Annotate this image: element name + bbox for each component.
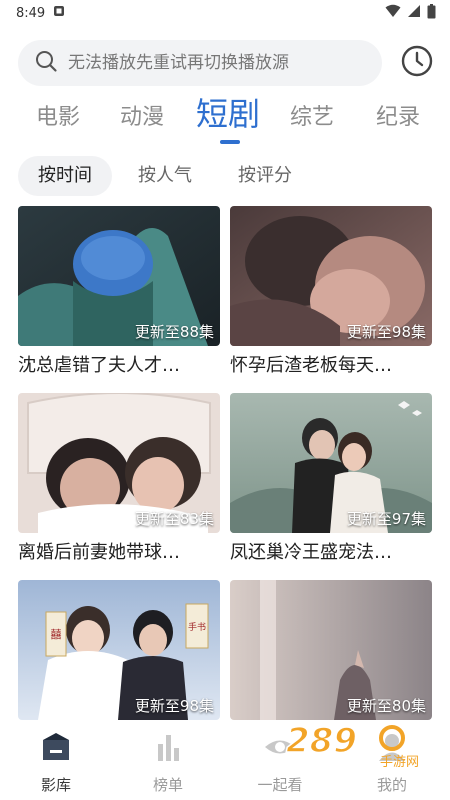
- drama-title: 怀孕后渣老板每天…: [230, 355, 392, 376]
- sort-by-rating[interactable]: 按评分: [218, 156, 312, 196]
- tab-anime[interactable]: 动漫: [120, 96, 164, 140]
- battery-icon: [427, 3, 436, 23]
- episode-count: 更新至98集: [134, 697, 214, 715]
- tab-movies[interactable]: 电影: [36, 96, 80, 140]
- drama-title: 凤还巢冷王盛宠法…: [230, 542, 392, 563]
- category-tabs: 电影 动漫 短剧 综艺 纪录: [0, 95, 450, 146]
- sort-by-time[interactable]: 按时间: [18, 156, 112, 196]
- drama-card[interactable]: 更新至88集 沈总虐错了夫人才…: [18, 206, 220, 382]
- drama-card[interactable]: 更新至98集 怀孕后渣老板每天…: [230, 206, 432, 382]
- notification-icon: [53, 5, 65, 21]
- nav-label: 榜单: [152, 776, 183, 794]
- signal-icon: [407, 4, 421, 22]
- poster-image: 更新至88集: [18, 206, 220, 346]
- tab-indicator: [220, 140, 240, 144]
- search-input[interactable]: [68, 53, 368, 73]
- poster-image: 更新至97集: [230, 393, 432, 533]
- watermark-logo: 289: [286, 721, 357, 761]
- nav-rankings[interactable]: 榜单: [128, 732, 208, 796]
- status-bar: 8:49: [0, 0, 450, 26]
- poster-image: 更新至80集: [230, 580, 432, 720]
- site-watermark: 289 手游网: [282, 716, 432, 770]
- rank-icon: [151, 732, 185, 766]
- episode-count: 更新至88集: [134, 323, 214, 341]
- poster-image: 更新至83集: [18, 393, 220, 533]
- drama-title: 离婚后前妻她带球…: [18, 542, 180, 563]
- tab-documentary[interactable]: 纪录: [376, 96, 420, 140]
- search-icon: [34, 49, 58, 77]
- search-bar[interactable]: [18, 40, 382, 86]
- episode-count: 更新至97集: [346, 510, 426, 528]
- sort-options: 按时间 按人气 按评分: [0, 156, 450, 196]
- tab-short-drama[interactable]: 短剧: [196, 92, 260, 136]
- drama-card[interactable]: 更新至83集 离婚后前妻她带球…: [18, 393, 220, 569]
- episode-count: 更新至80集: [346, 697, 426, 715]
- poster-image: 囍 手书 更新至98集: [18, 580, 220, 720]
- nav-label: 一起看: [257, 776, 303, 794]
- status-time: 8:49: [16, 5, 46, 21]
- drama-title: 沈总虐错了夫人才…: [18, 355, 180, 376]
- nav-library[interactable]: 影库: [16, 732, 96, 796]
- wifi-icon: [385, 4, 401, 22]
- watermark-subtext: 手游网: [380, 755, 419, 768]
- clock-icon: [400, 44, 434, 82]
- nav-label: 影库: [40, 776, 71, 794]
- tab-variety[interactable]: 综艺: [290, 96, 334, 140]
- episode-count: 更新至83集: [134, 510, 214, 528]
- sort-by-popularity[interactable]: 按人气: [118, 156, 212, 196]
- poster-image: 更新至98集: [230, 206, 432, 346]
- drama-card[interactable]: 更新至97集 凤还巢冷王盛宠法…: [230, 393, 432, 569]
- poster-text: 手书: [188, 621, 206, 633]
- nav-label: 我的: [376, 776, 407, 794]
- drama-card[interactable]: 更新至80集: [230, 580, 432, 722]
- episode-count: 更新至98集: [346, 323, 426, 341]
- library-icon: [39, 732, 73, 766]
- poster-text: 囍: [51, 628, 62, 641]
- history-button[interactable]: [398, 44, 436, 82]
- drama-grid: 更新至88集 沈总虐错了夫人才… 更新至98集 怀孕后渣老板每天… 更新至83集…: [18, 206, 432, 722]
- drama-card[interactable]: 囍 手书 更新至98集: [18, 580, 220, 722]
